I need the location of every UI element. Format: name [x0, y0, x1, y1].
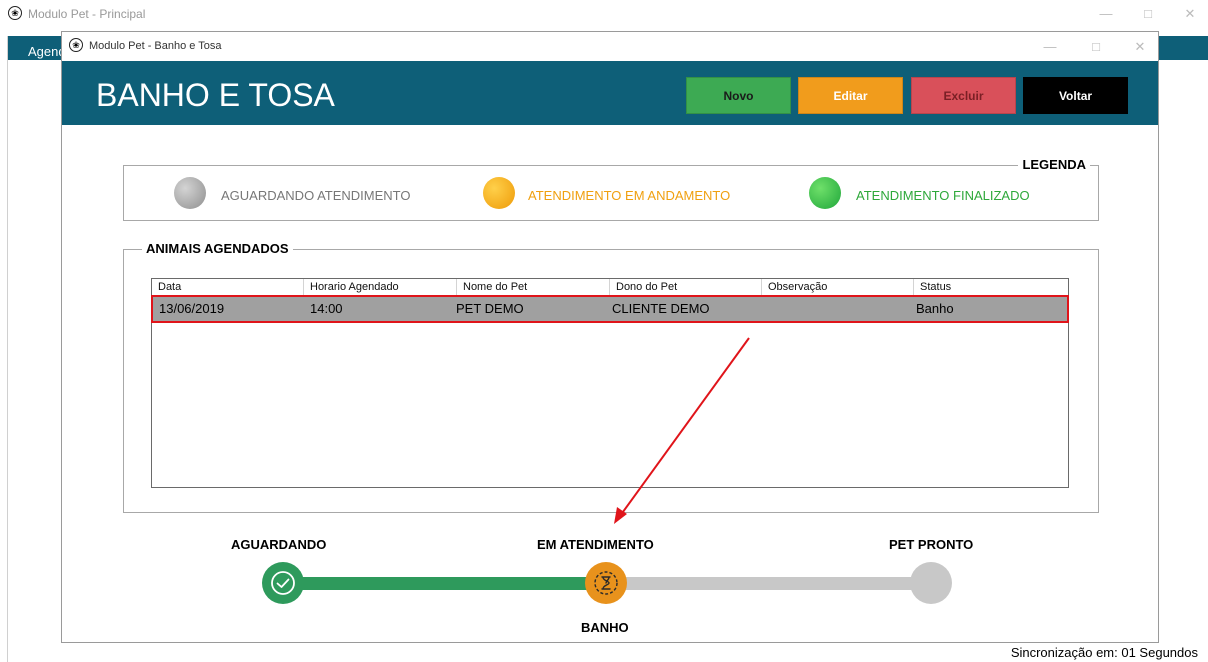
hourglass-icon: [594, 571, 618, 595]
legend-title: LEGENDA: [1018, 157, 1090, 172]
step-sublabel-banho: BANHO: [581, 620, 629, 635]
column-header-horario[interactable]: Horario Agendado: [304, 279, 457, 296]
window-border: [7, 36, 8, 662]
dialog-maximize-button[interactable]: □: [1086, 39, 1106, 55]
main-window-title: Modulo Pet - Principal: [28, 7, 146, 21]
step-label-pet-pronto: PET PRONTO: [889, 537, 974, 552]
check-icon: [271, 571, 295, 595]
voltar-button[interactable]: Voltar: [1023, 77, 1128, 114]
maximize-button[interactable]: □: [1138, 6, 1158, 22]
legend-label-finalizado: ATENDIMENTO FINALIZADO: [856, 188, 1030, 203]
column-header-data[interactable]: Data: [152, 279, 304, 296]
legend-label-andamento: ATENDIMENTO EM ANDAMENTO: [528, 188, 731, 203]
minimize-button[interactable]: —: [1096, 6, 1116, 22]
main-titlebar: ❀ Modulo Pet - Principal — □ ✕: [0, 0, 1208, 28]
paw-icon: ❀: [8, 6, 22, 20]
novo-button[interactable]: Novo: [686, 77, 791, 114]
dialog-title: Modulo Pet - Banho e Tosa: [89, 40, 222, 52]
cell-horario: 14:00: [310, 301, 343, 316]
dialog-close-button[interactable]: ✕: [1130, 39, 1150, 55]
step-circle-done: [262, 562, 304, 604]
legend-orange-dot: [483, 177, 515, 209]
column-header-nome-pet[interactable]: Nome do Pet: [457, 279, 610, 296]
animais-agendados-groupbox: ANIMAIS AGENDADOS Data Horario Agendado …: [123, 241, 1099, 513]
page-header: BANHO E TOSA Novo Editar Excluir Voltar: [62, 61, 1158, 125]
legend-label-aguardando: AGUARDANDO ATENDIMENTO: [221, 188, 411, 203]
step-circle-pending: [910, 562, 952, 604]
legend-groupbox: LEGENDA AGUARDANDO ATENDIMENTO ATENDIMEN…: [123, 157, 1099, 221]
cell-nome-pet: PET DEMO: [456, 301, 524, 316]
progress-track-pending: [622, 577, 922, 590]
close-button[interactable]: ✕: [1180, 6, 1200, 22]
cell-dono-pet: CLIENTE DEMO: [612, 301, 710, 316]
progress-track-done: [302, 577, 602, 590]
column-header-observacao[interactable]: Observação: [762, 279, 914, 296]
column-header-status[interactable]: Status: [914, 279, 1068, 296]
table-row[interactable]: 13/06/2019 14:00 PET DEMO CLIENTE DEMO B…: [151, 295, 1069, 323]
dialog-minimize-button[interactable]: —: [1040, 39, 1060, 55]
legend-gray-dot: [174, 177, 206, 209]
legend-green-dot: [809, 177, 841, 209]
page-title: BANHO E TOSA: [96, 77, 335, 113]
sync-status: Sincronização em: 01 Segundos: [1010, 645, 1198, 660]
grid-header: Data Horario Agendado Nome do Pet Dono d…: [152, 279, 1068, 297]
agendamentos-grid[interactable]: Data Horario Agendado Nome do Pet Dono d…: [151, 278, 1069, 488]
cell-observacao: [762, 297, 768, 321]
animais-title: ANIMAIS AGENDADOS: [142, 241, 293, 256]
dialog-titlebar: ❀ Modulo Pet - Banho e Tosa — □ ✕: [62, 32, 1158, 60]
banho-tosa-dialog: ❀ Modulo Pet - Banho e Tosa — □ ✕ BANHO …: [61, 31, 1159, 643]
step-label-aguardando: AGUARDANDO: [231, 537, 327, 552]
editar-button[interactable]: Editar: [798, 77, 903, 114]
paw-icon: ❀: [69, 38, 83, 52]
step-label-em-atendimento: EM ATENDIMENTO: [537, 537, 654, 552]
menu-item-agenda[interactable]: Agend: [28, 44, 66, 59]
cell-status: Banho: [916, 301, 954, 316]
cell-data: 13/06/2019: [159, 301, 225, 316]
column-header-dono-pet[interactable]: Dono do Pet: [610, 279, 762, 296]
step-circle-active: [585, 562, 627, 604]
excluir-button[interactable]: Excluir: [911, 77, 1016, 114]
